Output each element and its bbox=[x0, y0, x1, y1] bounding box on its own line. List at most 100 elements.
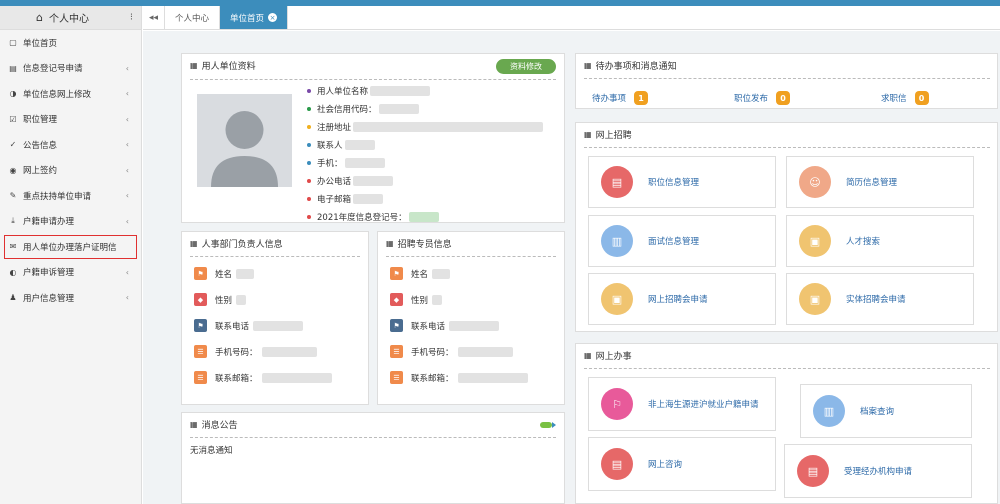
todo-item-applications[interactable]: 求职信 0 bbox=[881, 91, 929, 105]
tab-back-icon[interactable]: ◂◂ bbox=[143, 6, 165, 29]
sidebar-item-settlement-letter[interactable]: ✉ 用人单位办理落户证明信 bbox=[3, 234, 138, 260]
card-resume-management[interactable]: ☺ 简历信息管理 bbox=[786, 156, 974, 208]
mail-icon: ✉ bbox=[9, 242, 17, 252]
panel-header: ▦ 待办事项和消息通知 bbox=[576, 54, 997, 76]
chevron-left-icon: ‹ bbox=[125, 165, 129, 175]
signpost-icon: ⚐ bbox=[601, 388, 633, 420]
card-offline-fair[interactable]: ▣ 实体招聘会申请 bbox=[786, 273, 974, 325]
sidebar-item-label: 职位管理 bbox=[23, 115, 58, 126]
recruiter-field-gender: ◆ 性别 bbox=[390, 293, 443, 306]
sidebar-item-registration[interactable]: ▤ 信息登记号申请 ‹ bbox=[0, 56, 141, 82]
card-label: 职位信息管理 bbox=[648, 178, 700, 188]
hr-field-email: ☰ 联系邮箱： bbox=[194, 371, 332, 384]
card-position-management[interactable]: ▤ 职位信息管理 bbox=[588, 156, 776, 208]
tab-personal-center[interactable]: 个人中心 bbox=[165, 6, 221, 29]
tag-icon: ◆ bbox=[390, 293, 403, 306]
redacted-value bbox=[353, 176, 394, 186]
field-label: 电子邮箱 bbox=[317, 195, 352, 205]
sidebar-item-label: 公告信息 bbox=[23, 140, 58, 151]
profile-field-reg-number: 2021年度信息登记号： bbox=[307, 211, 439, 223]
sidebar-item-hukou[interactable]: ⤓ 户籍申请办理 ‹ bbox=[0, 209, 141, 235]
clipboard-icon: ▤ bbox=[797, 455, 829, 487]
check-icon: ✓ bbox=[9, 140, 17, 150]
sidebar-item-positions[interactable]: ☑ 职位管理 ‹ bbox=[0, 107, 141, 133]
home-icon: ▢ bbox=[9, 38, 17, 48]
field-label: 联系电话 bbox=[411, 321, 446, 332]
card-agency-application[interactable]: ▤ 受理经办机构申请 bbox=[784, 444, 972, 498]
chevron-left-icon: ‹ bbox=[125, 140, 129, 149]
dot-icon bbox=[307, 161, 311, 165]
card-online-consult[interactable]: ▤ 网上咨询 bbox=[588, 437, 776, 491]
sidebar-item-support[interactable]: ✎ 重点扶持单位申请 ‹ bbox=[0, 183, 141, 209]
recruiter-field-mobile: ☰ 手机号码： bbox=[390, 345, 513, 358]
more-icon[interactable]: ⁝ bbox=[130, 12, 133, 23]
close-icon[interactable]: × bbox=[268, 13, 278, 22]
sidebar-item-contract[interactable]: ◉ 网上签约 ‹ bbox=[0, 158, 141, 184]
people-icon: ☺ bbox=[799, 166, 831, 198]
edit-profile-button[interactable]: 资料修改 bbox=[496, 59, 556, 74]
field-label: 联系邮箱： bbox=[411, 373, 454, 384]
sidebar-item-info-edit[interactable]: ◑ 单位信息网上修改 ‹ bbox=[0, 81, 141, 107]
grid-icon: ▦ bbox=[584, 129, 592, 139]
redacted-value bbox=[253, 320, 304, 331]
panel-title: 待办事项和消息通知 bbox=[595, 61, 677, 72]
redacted-value bbox=[353, 122, 544, 132]
profile-field-office-phone: 办公电话 bbox=[307, 175, 394, 187]
sidebar-item-label: 重点扶持单位申请 bbox=[23, 191, 92, 202]
tab-label: 单位首页 bbox=[230, 13, 265, 24]
sidebar-item-appeal[interactable]: ◐ 户籍申诉管理 ‹ bbox=[0, 260, 141, 286]
redacted-value bbox=[457, 372, 528, 383]
chevron-left-icon: ‹ bbox=[125, 293, 129, 302]
hr-field-phone: ⚑ 联系电话 bbox=[194, 319, 304, 332]
todo-item-job-post[interactable]: 职位发布 0 bbox=[734, 91, 791, 105]
divider bbox=[190, 256, 360, 257]
sidebar-item-unit-home[interactable]: ▢ 单位首页 bbox=[0, 30, 141, 56]
divider bbox=[190, 79, 556, 80]
card-label: 档案查询 bbox=[860, 407, 895, 417]
redacted-value bbox=[432, 268, 451, 279]
sidebar-item-label: 用户信息管理 bbox=[23, 293, 75, 304]
flag-icon: ⚑ bbox=[390, 267, 403, 280]
notice-text: 无消息通知 bbox=[190, 446, 233, 456]
card-interview-management[interactable]: ▥ 面试信息管理 bbox=[588, 215, 776, 267]
sidebar-header[interactable]: ⌂ 个人中心 ⁝ bbox=[0, 6, 141, 30]
todo-item-pending[interactable]: 待办事项 1 bbox=[592, 91, 649, 105]
divider bbox=[190, 437, 556, 438]
card-hukou-application[interactable]: ⚐ 非上海生源进沪就业户籍申请 bbox=[588, 377, 776, 431]
redacted-value bbox=[378, 104, 419, 114]
dot-icon bbox=[307, 179, 311, 183]
card-label: 受理经办机构申请 bbox=[844, 467, 913, 477]
field-label: 联系电话 bbox=[215, 321, 250, 332]
sidebar-item-announcements[interactable]: ✓ 公告信息 ‹ bbox=[0, 132, 141, 158]
dot-icon bbox=[307, 89, 311, 93]
todo-label: 待办事项 bbox=[592, 94, 627, 104]
image-icon: ▣ bbox=[799, 283, 831, 315]
online-recruitment-panel: ▦ 网上招聘 ▤ 职位信息管理 ☺ 简历信息管理 ▥ 面试信息管理 ▣ 人才搜索… bbox=[575, 122, 998, 332]
doc-icon: ▤ bbox=[9, 63, 17, 73]
redacted-value bbox=[353, 194, 384, 204]
sidebar-item-label: 网上签约 bbox=[23, 166, 58, 177]
notice-panel: ▦ 消息公告 无消息通知 bbox=[181, 412, 565, 504]
bars-icon: ▥ bbox=[601, 225, 633, 257]
field-label: 姓名 bbox=[411, 269, 429, 280]
sidebar-item-label: 用人单位办理落户证明信 bbox=[23, 242, 117, 253]
panel-header: ▦ 网上招聘 bbox=[576, 123, 997, 145]
tab-unit-home[interactable]: 单位首页 × bbox=[220, 6, 289, 29]
todo-label: 求职信 bbox=[881, 94, 907, 104]
card-talent-search[interactable]: ▣ 人才搜索 bbox=[786, 215, 974, 267]
sidebar-item-user-info[interactable]: ♟ 用户信息管理 ‹ bbox=[0, 285, 141, 311]
list-icon: ☰ bbox=[194, 345, 207, 358]
sidebar-item-label: 单位信息网上修改 bbox=[23, 89, 92, 100]
list-icon: ☰ bbox=[390, 371, 403, 384]
clipboard-icon: ▤ bbox=[601, 448, 633, 480]
card-archive-query[interactable]: ▥ 档案查询 bbox=[800, 384, 972, 438]
redacted-value bbox=[261, 372, 332, 383]
toggle-icon[interactable] bbox=[540, 422, 556, 428]
panel-title: 招聘专员信息 bbox=[397, 239, 452, 250]
card-online-fair[interactable]: ▣ 网上招聘会申请 bbox=[588, 273, 776, 325]
sidebar-item-label: 单位首页 bbox=[23, 38, 58, 49]
sidebar: ⌂ 个人中心 ⁝ ▢ 单位首页 ▤ 信息登记号申请 ‹ ◑ 单位信息网上修改 ‹… bbox=[0, 6, 142, 504]
circle-icon: ◐ bbox=[9, 267, 17, 277]
grid-icon: ▦ bbox=[584, 60, 592, 70]
card-label: 简历信息管理 bbox=[846, 178, 898, 188]
